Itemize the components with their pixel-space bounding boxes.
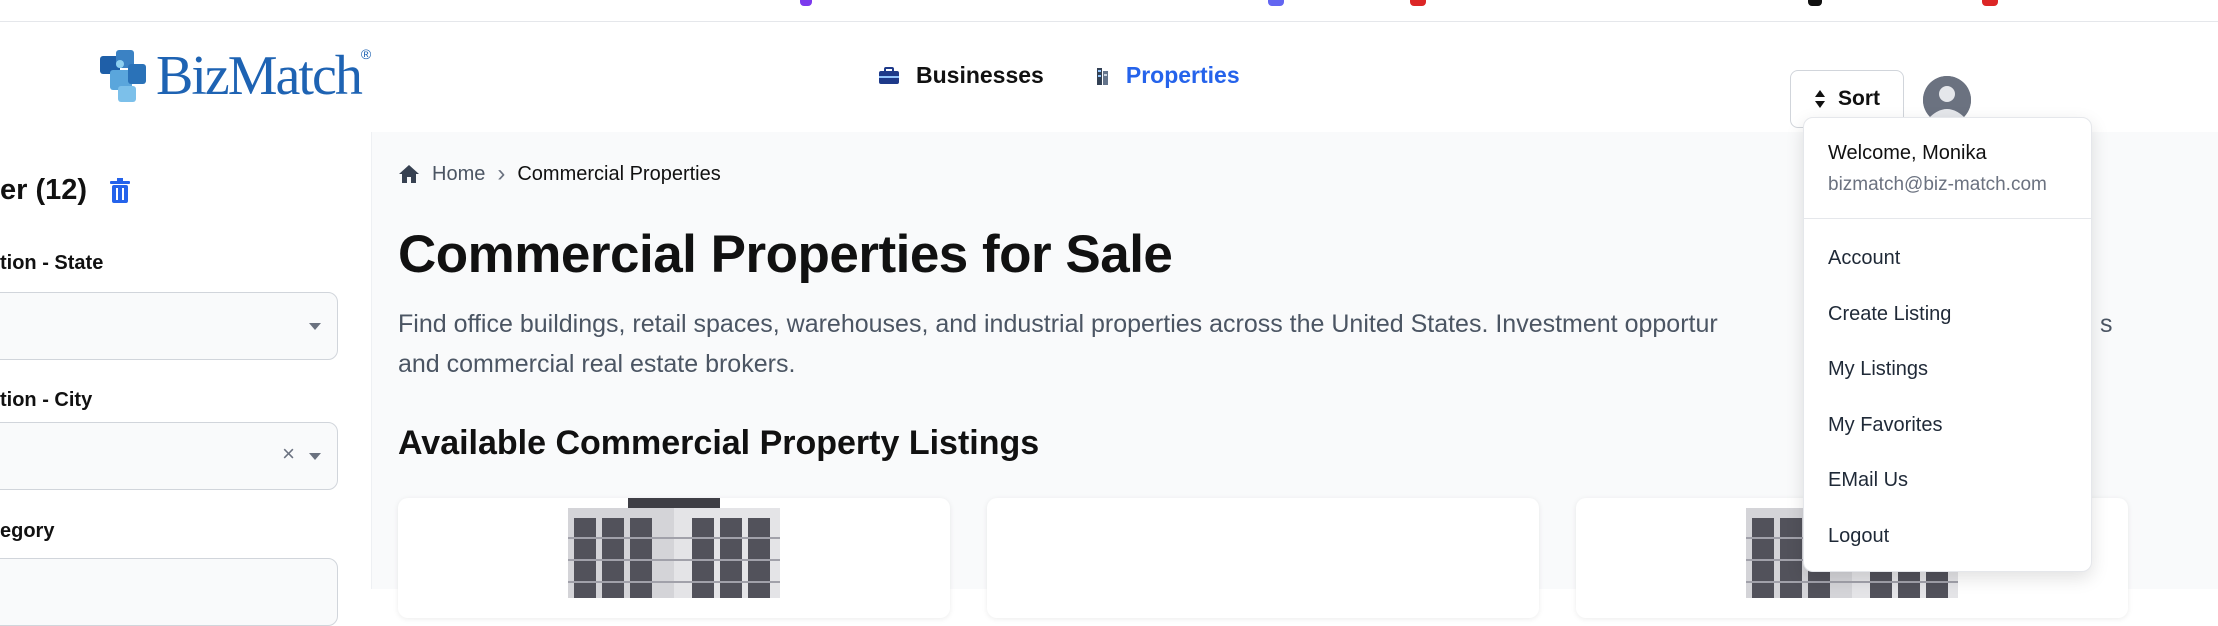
menu-item-account[interactable]: Account — [1804, 231, 2091, 287]
main-nav: Businesses Properties — [878, 62, 1240, 89]
browser-top-strip — [0, 0, 2218, 22]
breadcrumb: Home › Commercial Properties — [398, 160, 721, 188]
nav-businesses-label: Businesses — [916, 62, 1044, 88]
nav-properties-label: Properties — [1125, 62, 1240, 88]
puzzle-logo-icon — [100, 50, 146, 102]
nav-properties[interactable]: Properties — [1096, 62, 1240, 89]
menu-item-logout[interactable]: Logout — [1804, 509, 2091, 565]
building-icon — [1096, 67, 1108, 85]
menu-item-my-favorites[interactable]: My Favorites — [1804, 398, 2091, 454]
user-menu-dropdown: Welcome, Monika bizmatch@biz-match.com A… — [1803, 117, 2092, 572]
sort-icon — [1815, 90, 1825, 108]
listing-image — [568, 498, 780, 598]
nav-businesses[interactable]: Businesses — [878, 62, 1044, 89]
breadcrumb-home[interactable]: Home — [432, 163, 485, 186]
user-email: bizmatch@biz-match.com — [1828, 174, 2047, 195]
category-select[interactable] — [0, 558, 338, 626]
tab-indicator — [1410, 0, 1426, 6]
state-select[interactable] — [0, 292, 338, 360]
breadcrumb-current: Commercial Properties — [517, 162, 721, 185]
menu-item-email-us[interactable]: EMail Us — [1804, 453, 2091, 509]
intro-line-1: Find office buildings, retail spaces, wa… — [398, 310, 1718, 338]
logo[interactable]: BizMatch ® — [96, 44, 371, 108]
filter-label-city: tion - City — [0, 389, 93, 411]
filter-label-state: tion - State — [0, 252, 104, 274]
tab-indicator — [1808, 0, 1822, 6]
home-icon — [399, 165, 419, 183]
trash-icon[interactable] — [109, 177, 131, 204]
clear-icon[interactable]: × — [282, 441, 295, 467]
user-menu-items: Account Create Listing My Listings My Fa… — [1804, 219, 2091, 565]
tab-indicator — [800, 0, 812, 6]
intro-line-1-tail: s — [2100, 310, 2113, 338]
menu-item-my-listings[interactable]: My Listings — [1804, 342, 2091, 398]
city-select[interactable]: × — [0, 422, 338, 490]
tab-indicator — [1268, 0, 1284, 6]
listing-card[interactable] — [987, 498, 1539, 618]
briefcase-icon — [879, 66, 899, 84]
site-header: BizMatch ® Businesses Properties Sort — [0, 22, 2218, 132]
listing-card[interactable] — [398, 498, 950, 618]
logo-text: BizMatch — [156, 45, 363, 107]
welcome-text: Welcome, Monika — [1828, 142, 1987, 164]
user-menu-header: Welcome, Monika bizmatch@biz-match.com — [1804, 118, 2091, 219]
section-title: Available Commercial Property Listings — [398, 424, 1040, 462]
chevron-down-icon[interactable] — [309, 453, 321, 460]
filter-header: er (12) — [0, 174, 131, 207]
sort-label: Sort — [1838, 87, 1880, 110]
menu-item-create-listing[interactable]: Create Listing — [1804, 287, 2091, 343]
page-title: Commercial Properties for Sale — [398, 225, 1173, 284]
filter-sidebar: er (12) tion - State tion - City × egory — [0, 132, 372, 626]
registered-mark: ® — [360, 46, 372, 62]
filter-title: er (12) — [0, 174, 88, 206]
chevron-right-icon: › — [497, 160, 506, 187]
tab-indicator — [1982, 0, 1998, 6]
chevron-down-icon[interactable] — [309, 323, 321, 330]
filter-label-category: egory — [0, 520, 55, 542]
